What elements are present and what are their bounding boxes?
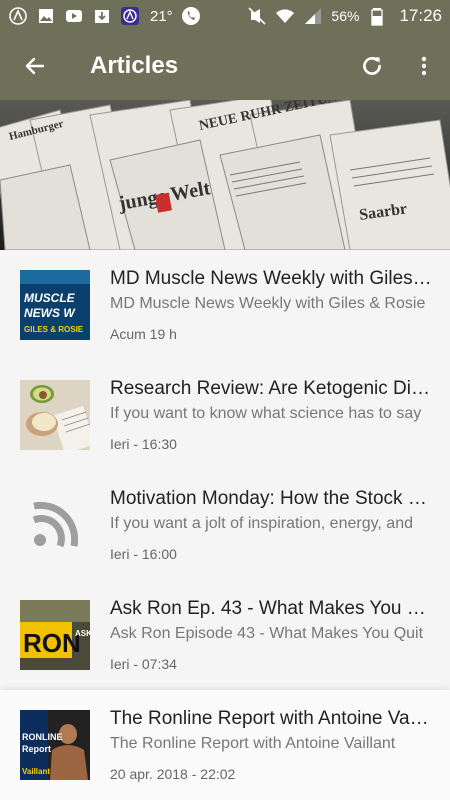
mute-icon [247, 6, 267, 26]
article-title: Research Review: Are Ketogenic Diets [110, 378, 432, 399]
article-description: The Ronline Report with Antoine Vaillant [110, 735, 396, 752]
clock: 17:26 [399, 6, 442, 25]
rss-icon [32, 501, 79, 548]
header-image: NEUE RUHR ZEITUNG junge Welt Saarbr Hamb… [0, 100, 450, 250]
list-item[interactable]: RONLINE Report Vaillant The Ronline Repo… [0, 690, 450, 800]
more-options-button[interactable] [398, 32, 450, 100]
article-title: The Ronline Report with Antoine Vaillant [110, 708, 432, 729]
article-description: If you want a jolt of inspiration, energ… [110, 515, 413, 532]
arrow-left-icon [25, 57, 45, 75]
article-description: MD Muscle News Weekly with Giles & Rosie [110, 295, 426, 312]
list-item[interactable]: MUSCLE NEWS W GILES & ROSIE MD Muscle Ne… [0, 250, 450, 360]
article-description: If you want to know what science has to … [110, 405, 422, 422]
assistant-icon [8, 6, 28, 26]
app-icon [120, 6, 140, 26]
article-date: Ieri - 16:30 [110, 436, 177, 452]
article-thumbnail [20, 380, 90, 450]
article-title: Ask Ron Ep. 43 - What Makes You Quit [110, 598, 432, 619]
list-item[interactable]: RON ASK Ask Ron Ep. 43 - What Makes You … [0, 580, 450, 690]
article-date: Acum 19 h [110, 326, 177, 342]
battery-percent: 56% [331, 8, 360, 24]
article-date: Ieri - 16:00 [110, 546, 177, 562]
temperature-text: 21° [150, 7, 173, 25]
thumb-text: RONLINE [22, 732, 63, 742]
thumb-text: MUSCLE [24, 291, 76, 305]
article-thumbnail: RON ASK [20, 600, 90, 670]
refresh-button[interactable] [346, 32, 398, 100]
article-date: 20 apr. 2018 - 22:02 [110, 766, 236, 782]
article-thumbnail [20, 490, 90, 560]
article-date: Ieri - 07:34 [110, 656, 177, 672]
more-vert-icon [421, 56, 427, 76]
thumb-text: RON [23, 628, 81, 658]
signal-icon [303, 6, 323, 26]
app-bar: Articles [0, 32, 450, 100]
phone-icon [181, 6, 201, 26]
battery-icon [367, 6, 387, 26]
wifi-icon [275, 6, 295, 26]
download-icon [92, 6, 112, 26]
article-title: Motivation Monday: How the Stock Market [110, 488, 432, 509]
youtube-icon [64, 6, 84, 26]
page-title: Articles [90, 52, 179, 79]
thumb-text: Vaillant [22, 767, 50, 776]
thumb-text: GILES & ROSIE [24, 325, 84, 334]
thumb-text: NEWS W [24, 306, 76, 320]
list-item[interactable]: Motivation Monday: How the Stock Market … [0, 470, 450, 580]
refresh-icon [363, 57, 381, 75]
thumb-text: ASK [75, 629, 90, 638]
back-button[interactable] [0, 32, 70, 100]
article-description: Ask Ron Episode 43 - What Makes You Quit [110, 625, 424, 642]
article-thumbnail: RONLINE Report Vaillant [20, 710, 90, 780]
article-title: MD Muscle News Weekly with Giles & Rosie [110, 268, 432, 289]
gallery-icon [36, 6, 56, 26]
list-item[interactable]: Research Review: Are Ketogenic Diets If … [0, 360, 450, 470]
article-list: MUSCLE NEWS W GILES & ROSIE MD Muscle Ne… [0, 250, 450, 800]
thumb-text: Report [22, 744, 51, 754]
status-bar: 21° 56% 17:26 [0, 0, 450, 32]
article-thumbnail: MUSCLE NEWS W GILES & ROSIE [20, 270, 90, 340]
